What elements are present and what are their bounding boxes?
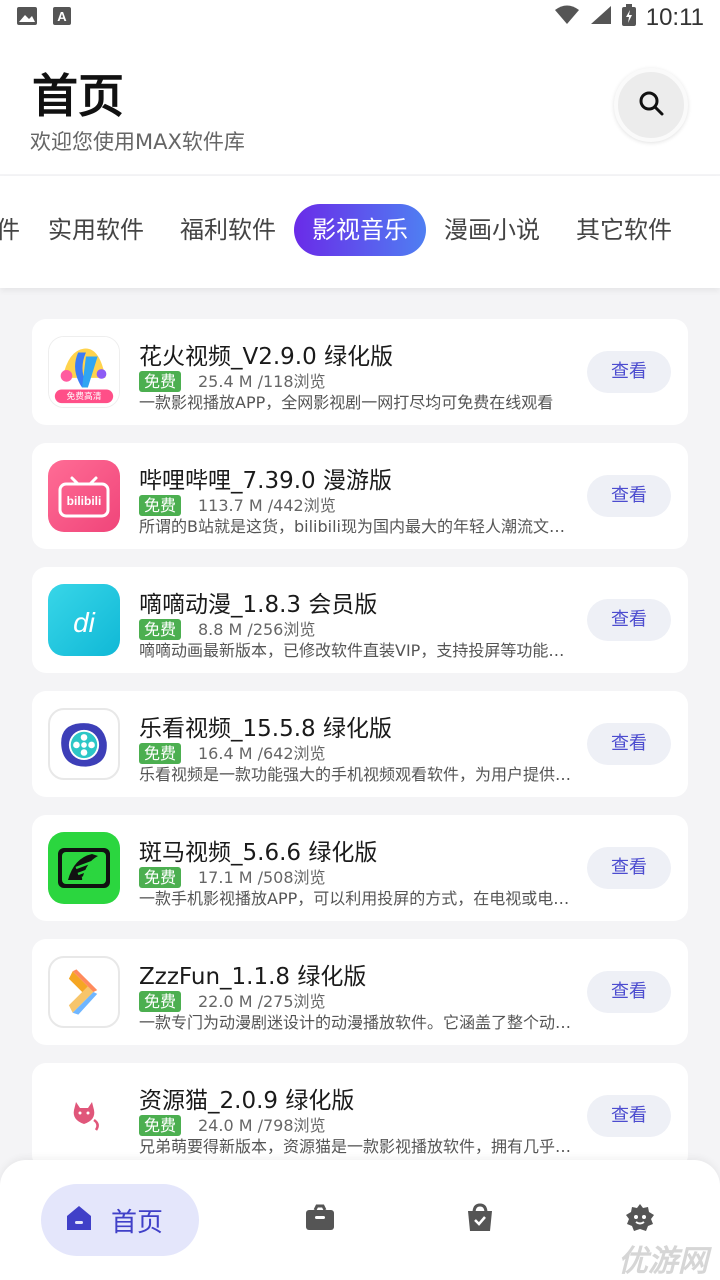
app-description: 一款手机影视播放APP，可以利用投屏的方式，在电视或电脑上观看 [139,889,579,908]
view-button[interactable]: 查看 [587,475,671,517]
wifi-icon [554,5,580,31]
status-time: 10:11 [645,4,704,31]
search-icon [637,89,665,121]
film-reel-icon [48,708,120,780]
toolbox-icon [305,1204,335,1236]
view-button[interactable]: 查看 [587,723,671,765]
view-button[interactable]: 查看 [587,847,671,889]
zebra-icon [48,832,120,904]
app-name: ZzzFun_1.1.8 绿化版 [139,964,367,990]
app-name: 斑马视频_5.6.6 绿化版 [139,840,378,866]
nav-shop[interactable] [464,1203,496,1237]
home-icon [63,1202,95,1238]
app-meta: 113.7 M /442浏览 [198,496,336,515]
view-button[interactable]: 查看 [587,1095,671,1137]
signal-icon [590,5,612,31]
app-description: 兄弟萌要得新版本，资源猫是一款影视播放软件，拥有几乎全网资源 [139,1137,579,1156]
app-name: 花火视频_V2.9.0 绿化版 [139,344,394,370]
tab-video-music[interactable]: 影视音乐 [294,204,426,256]
free-badge: 免费 [139,619,182,640]
bilibili-icon: bilibili [48,460,120,532]
app-meta: 25.4 M /118浏览 [198,372,326,391]
app-card[interactable]: bilibili 哔哩哔哩_7.39.0 漫游版 免费 113.7 M /442… [32,443,688,549]
view-button[interactable]: 查看 [587,599,671,641]
app-name: 资源猫_2.0.9 绿化版 [139,1088,355,1114]
cat-icon [48,1080,120,1152]
nav-home[interactable]: 首页 [41,1184,199,1256]
text-notification-icon: A [52,6,72,30]
status-bar: A 10:11 [0,0,720,36]
app-card[interactable]: 斑马视频_5.6.6 绿化版 免费 17.1 M /508浏览 一款手机影视播放… [32,815,688,921]
free-badge: 免费 [139,991,182,1012]
view-button[interactable]: 查看 [587,971,671,1013]
app-card[interactable]: 资源猫_2.0.9 绿化版 免费 24.0 M /798浏览 兄弟萌要得新版本，… [32,1063,688,1169]
app-name: 嘀嘀动漫_1.8.3 会员版 [139,592,378,618]
free-badge: 免费 [139,495,182,516]
svg-text:免费高清: 免费高清 [67,390,102,402]
page-title: 首页 [32,69,124,123]
free-badge: 免费 [139,371,182,392]
app-meta: 16.4 M /642浏览 [198,744,326,763]
view-button[interactable]: 查看 [587,351,671,393]
app-meta: 22.0 M /275浏览 [198,992,326,1011]
app-card[interactable]: 乐看视频_15.5.8 绿化版 免费 16.4 M /642浏览 乐看视频是一款… [32,691,688,797]
app-meta: 8.8 M /256浏览 [198,620,316,639]
category-tabs: 件 实用软件 福利软件 影视音乐 漫画小说 其它软件 [0,176,720,288]
app-meta: 17.1 M /508浏览 [198,868,326,887]
svg-text:A: A [57,9,67,24]
bottom-nav: 首页 [0,1160,720,1280]
gallery-notification-icon [16,6,38,30]
nav-home-label: 首页 [111,1207,164,1238]
svg-text:bilibili: bilibili [67,494,102,508]
app-card[interactable]: 免费高清 花火视频_V2.9.0 绿化版 免费 25.4 M /118浏览 一款… [32,319,688,425]
app-description: 一款影视播放APP，全网影视剧一网打尽均可免费在线观看 [139,393,554,412]
app-name: 哔哩哔哩_7.39.0 漫游版 [139,468,392,494]
app-card[interactable]: ZzzFun_1.1.8 绿化版 免费 22.0 M /275浏览 一款专门为动… [32,939,688,1045]
free-badge: 免费 [139,867,182,888]
play-arrow-icon [48,956,120,1028]
app-description: 乐看视频是一款功能强大的手机视频观看软件，为用户提供海量资源 [139,765,579,784]
search-button[interactable] [614,68,688,142]
app-description: 嘀嘀动画最新版本，已修改软件直装VIP，支持投屏等功能使用 [139,641,579,660]
page-subtitle: 欢迎您使用MAX软件库 [30,130,245,154]
watermark: 优游网 [618,1244,708,1279]
free-badge: 免费 [139,743,182,764]
tab-utility-software[interactable]: 实用软件 [48,204,144,256]
didi-anime-icon: di [48,584,120,656]
app-description: 所谓的B站就是这货，bilibili现为国内最大的年轻人潮流文化娱乐社区 [139,517,579,536]
app-name: 乐看视频_15.5.8 绿化版 [139,716,392,742]
spark-video-icon: 免费高清 [48,336,120,408]
tab-partial[interactable]: 件 [0,204,20,256]
tab-other-software[interactable]: 其它软件 [576,204,672,256]
header: 首页 欢迎您使用MAX软件库 [0,36,720,174]
tab-comics-novels[interactable]: 漫画小说 [444,204,540,256]
app-meta: 24.0 M /798浏览 [198,1116,326,1135]
svg-text:di: di [73,607,96,638]
app-description: 一款专门为动漫剧迷设计的动漫播放软件。它涵盖了整个动漫资源 [139,1013,579,1032]
nav-toolbox[interactable] [304,1204,336,1236]
battery-icon [621,4,636,32]
bag-icon [465,1203,495,1237]
nav-profile[interactable] [624,1204,656,1236]
free-badge: 免费 [139,1115,182,1136]
profile-icon [624,1202,656,1238]
app-card[interactable]: di 嘀嘀动漫_1.8.3 会员版 免费 8.8 M /256浏览 嘀嘀动画最新… [32,567,688,673]
tab-welfare-software[interactable]: 福利软件 [180,204,276,256]
